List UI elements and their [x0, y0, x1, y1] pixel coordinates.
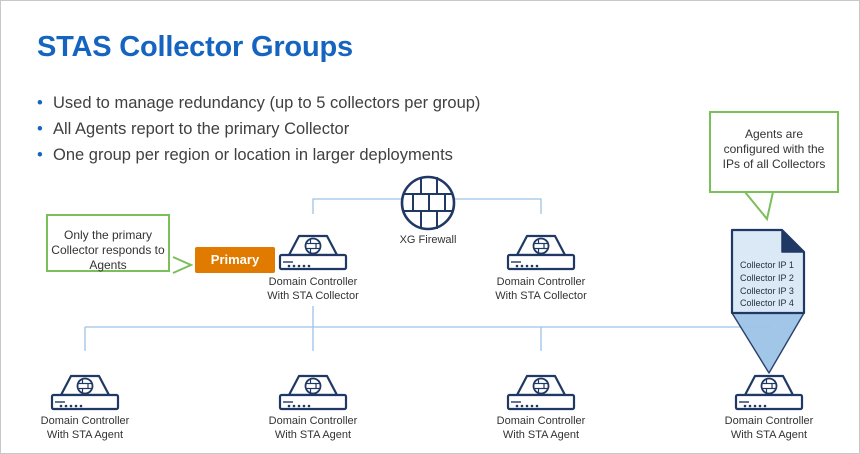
config-projection-beam — [731, 312, 805, 374]
collector-label-2: Domain Controller With STA Collector — [495, 276, 587, 302]
bullet-dot: • — [37, 94, 43, 112]
agent-label-3: Domain Controller With STA Agent — [496, 415, 586, 441]
brick-wall-firewall-icon — [400, 175, 456, 231]
collector-ip-line: Collector IP 4 — [740, 298, 794, 309]
collector-server-icon-2 — [506, 234, 576, 271]
bullet-list: • Used to manage redundancy (up to 5 coll… — [37, 93, 480, 171]
agent-label-4: Domain Controller With STA Agent — [724, 415, 814, 441]
collector-ip-list: Collector IP 1 Collector IP 2 Collector … — [740, 259, 794, 310]
collector-server-icon-1 — [278, 234, 348, 271]
primary-callout: Only the primary Collector responds to A… — [46, 214, 170, 272]
primary-badge: Primary — [195, 247, 275, 273]
bullet-item: • One group per region or location in lar… — [37, 146, 453, 164]
agent-server-icon-1 — [50, 374, 120, 411]
bullet-dot: • — [37, 120, 43, 138]
agent-server-icon-3 — [506, 374, 576, 411]
agent-server-icon-2 — [278, 374, 348, 411]
agent-server-icon-4 — [734, 374, 804, 411]
agent-label-1: Domain Controller With STA Agent — [40, 415, 130, 441]
agent-label-2: Domain Controller With STA Agent — [268, 415, 358, 441]
primary-callout-pointer — [172, 256, 194, 274]
agents-callout: Agents are configured with the IPs of al… — [709, 111, 839, 193]
collector-ip-line: Collector IP 2 — [740, 272, 794, 283]
collector-ip-line: Collector IP 3 — [740, 285, 794, 296]
agents-callout-pointer — [744, 191, 774, 222]
collector-ip-line: Collector IP 1 — [740, 260, 794, 270]
firewall-label: XG Firewall — [399, 234, 457, 246]
bullet-dot: • — [37, 146, 43, 164]
collector-label-1: Domain Controller With STA Collector — [267, 276, 359, 302]
bullet-item: • All Agents report to the primary Collec… — [37, 120, 350, 138]
slide: STAS Collector Groups • Used to manage re… — [0, 0, 860, 454]
bullet-item: • Used to manage redundancy (up to 5 coll… — [37, 94, 481, 112]
page-title: STAS Collector Groups — [37, 31, 353, 63]
